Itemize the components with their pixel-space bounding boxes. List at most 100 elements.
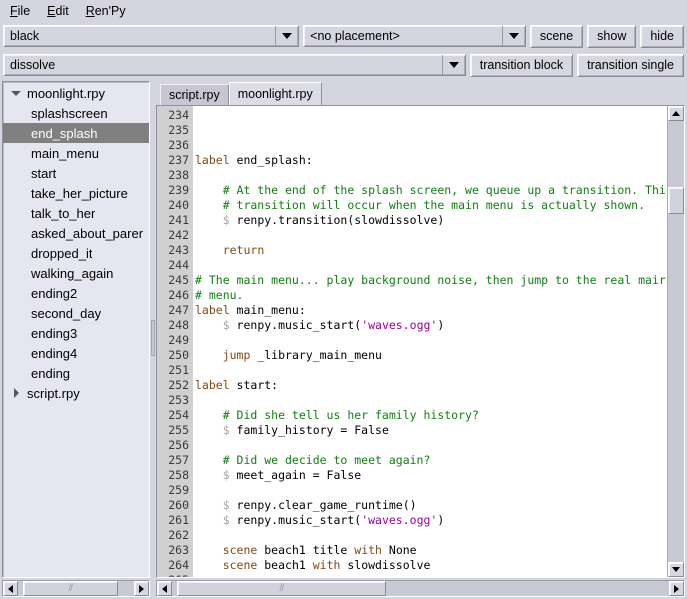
tree-item-main_menu[interactable]: main_menu [3,143,149,163]
code-line[interactable] [195,438,667,453]
chevron-right-icon[interactable] [7,388,25,398]
code-token-txt: meet_again = False [229,468,362,482]
line-number: 242 [168,228,189,242]
chevron-down-icon[interactable] [275,26,298,46]
tree-item-splashscreen[interactable]: splashscreen [3,103,149,123]
editor-hscrollbar[interactable]: // [156,580,685,597]
transition-block-button[interactable]: transition block [469,53,574,77]
tree-hscrollbar[interactable]: // [2,580,150,597]
transition-single-button[interactable]: transition single [577,53,684,77]
line-number: 252 [168,378,189,392]
code-line[interactable] [195,258,667,273]
tree-item-walking_again[interactable]: walking_again [3,263,149,283]
chevron-down-icon[interactable] [7,90,25,96]
scene-button[interactable]: scene [529,24,584,48]
chevron-down-icon[interactable] [441,55,465,75]
editor-window: File Edit Ren'Py black <no placement> sc… [0,0,687,599]
code-line[interactable]: $ family_history = False [195,423,667,438]
tab-moonlight-rpy[interactable]: moonlight.rpy [228,82,322,105]
code-line[interactable] [195,393,667,408]
code-line[interactable]: $ meet_again = False [195,468,667,483]
tree-item-ending[interactable]: ending [3,363,149,383]
editor-vscrollbar[interactable] [667,106,684,577]
menu-file-rest: ile [17,4,31,18]
code-line[interactable]: jump _library_main_menu [195,348,667,363]
show-button[interactable]: show [587,24,637,48]
code-line[interactable] [195,333,667,348]
scroll-right-button[interactable] [134,581,149,596]
code-line[interactable]: return [195,243,667,258]
label-tree[interactable]: moonlight.rpy splashscreen end_splash main_… [2,81,150,578]
tree-item-script-rpy[interactable]: script.rpy [3,383,149,403]
splitter-handle[interactable] [151,320,155,356]
image-combo[interactable]: black [3,25,300,47]
transition-combo[interactable]: dissolve [3,54,466,76]
code-line[interactable] [195,483,667,498]
tree-item-ending4[interactable]: ending4 [3,343,149,363]
tree-hscroll-thumb[interactable]: // [22,581,118,596]
code-line[interactable] [195,528,667,543]
tree-item-dropped_it[interactable]: dropped_it [3,243,149,263]
menu-edit-rest: dit [55,4,69,18]
hide-button[interactable]: hide [640,24,684,48]
tree-item-ending3[interactable]: ending3 [3,323,149,343]
tree-item-take_her_picture[interactable]: take_her_picture [3,183,149,203]
code-line[interactable]: label end_splash: [195,153,667,168]
code-line[interactable]: # Did we decide to meet again? [195,453,667,468]
code-line[interactable]: scene beach1 title with None [195,543,667,558]
scroll-down-button[interactable] [668,562,684,577]
code-line[interactable]: label start: [195,378,667,393]
scroll-left-button[interactable] [3,581,18,596]
tree-item-ending2[interactable]: ending2 [3,283,149,303]
code-line[interactable]: # transition will occur when the main me… [195,198,667,213]
line-number: 235 [168,123,189,137]
chevron-down-icon[interactable] [501,26,525,46]
tree-item-end_splash[interactable]: end_splash [3,123,149,143]
code-token-com: # Did we decide to meet again? [195,453,431,467]
tree-item-second_day[interactable]: second_day [3,303,149,323]
scroll-right-button[interactable] [669,581,684,596]
tree-item-start[interactable]: start [3,163,149,183]
menu-edit[interactable]: Edit [45,2,78,20]
code-token-kw: label [195,378,230,392]
editor-vscroll-trough[interactable] [668,121,684,562]
line-number: 253 [168,393,189,407]
code-line[interactable]: $ renpy.music_start('waves.ogg') [195,318,667,333]
code-line[interactable] [195,123,667,138]
code-line[interactable] [195,108,667,123]
code-line[interactable]: # The main menu... play background noise… [195,273,667,288]
tree-item-moonlight-rpy[interactable]: moonlight.rpy [3,83,149,103]
line-number: 258 [168,468,189,482]
code-line[interactable]: # Did she tell us her family history? [195,408,667,423]
tree-item-talk_to_her[interactable]: talk_to_her [3,203,149,223]
editor-vscroll-thumb[interactable] [668,187,684,214]
code-line[interactable]: label main_menu: [195,303,667,318]
code-line[interactable] [195,573,667,577]
menu-file[interactable]: File [8,2,39,20]
menu-renpy[interactable]: Ren'Py [84,2,135,20]
tab-script-rpy[interactable]: script.rpy [160,84,229,105]
tree-item-asked_about_parer[interactable]: asked_about_parer [3,223,149,243]
code-line[interactable]: scene beach1 with slowdissolve [195,558,667,573]
editor-hscroll-trough[interactable]: // [172,581,669,596]
code-token-txt: renpy.music_start( [229,318,362,332]
code-line[interactable] [195,168,667,183]
code-line[interactable]: # At the end of the splash screen, we qu… [195,183,667,198]
code-line[interactable] [195,228,667,243]
code-line[interactable]: $ renpy.music_start('waves.ogg') [195,513,667,528]
tree-hscroll-trough[interactable]: // [18,581,134,596]
code-line[interactable] [195,363,667,378]
scroll-up-button[interactable] [668,106,684,121]
editor-hscroll-thumb[interactable]: // [176,581,386,596]
code-line[interactable]: # menu. [195,288,667,303]
code-text[interactable]: label end_splash: # At the end of the sp… [193,106,667,577]
code-line[interactable]: $ renpy.clear_game_runtime() [195,498,667,513]
code-line[interactable] [195,138,667,153]
pane-splitter[interactable] [150,80,156,599]
code-token-kw: scene [222,558,258,572]
placement-combo[interactable]: <no placement> [303,25,526,47]
scroll-left-button[interactable] [157,581,172,596]
code-token-txt: family_history = False [229,423,389,437]
code-line[interactable]: $ renpy.transition(slowdissolve) [195,213,667,228]
